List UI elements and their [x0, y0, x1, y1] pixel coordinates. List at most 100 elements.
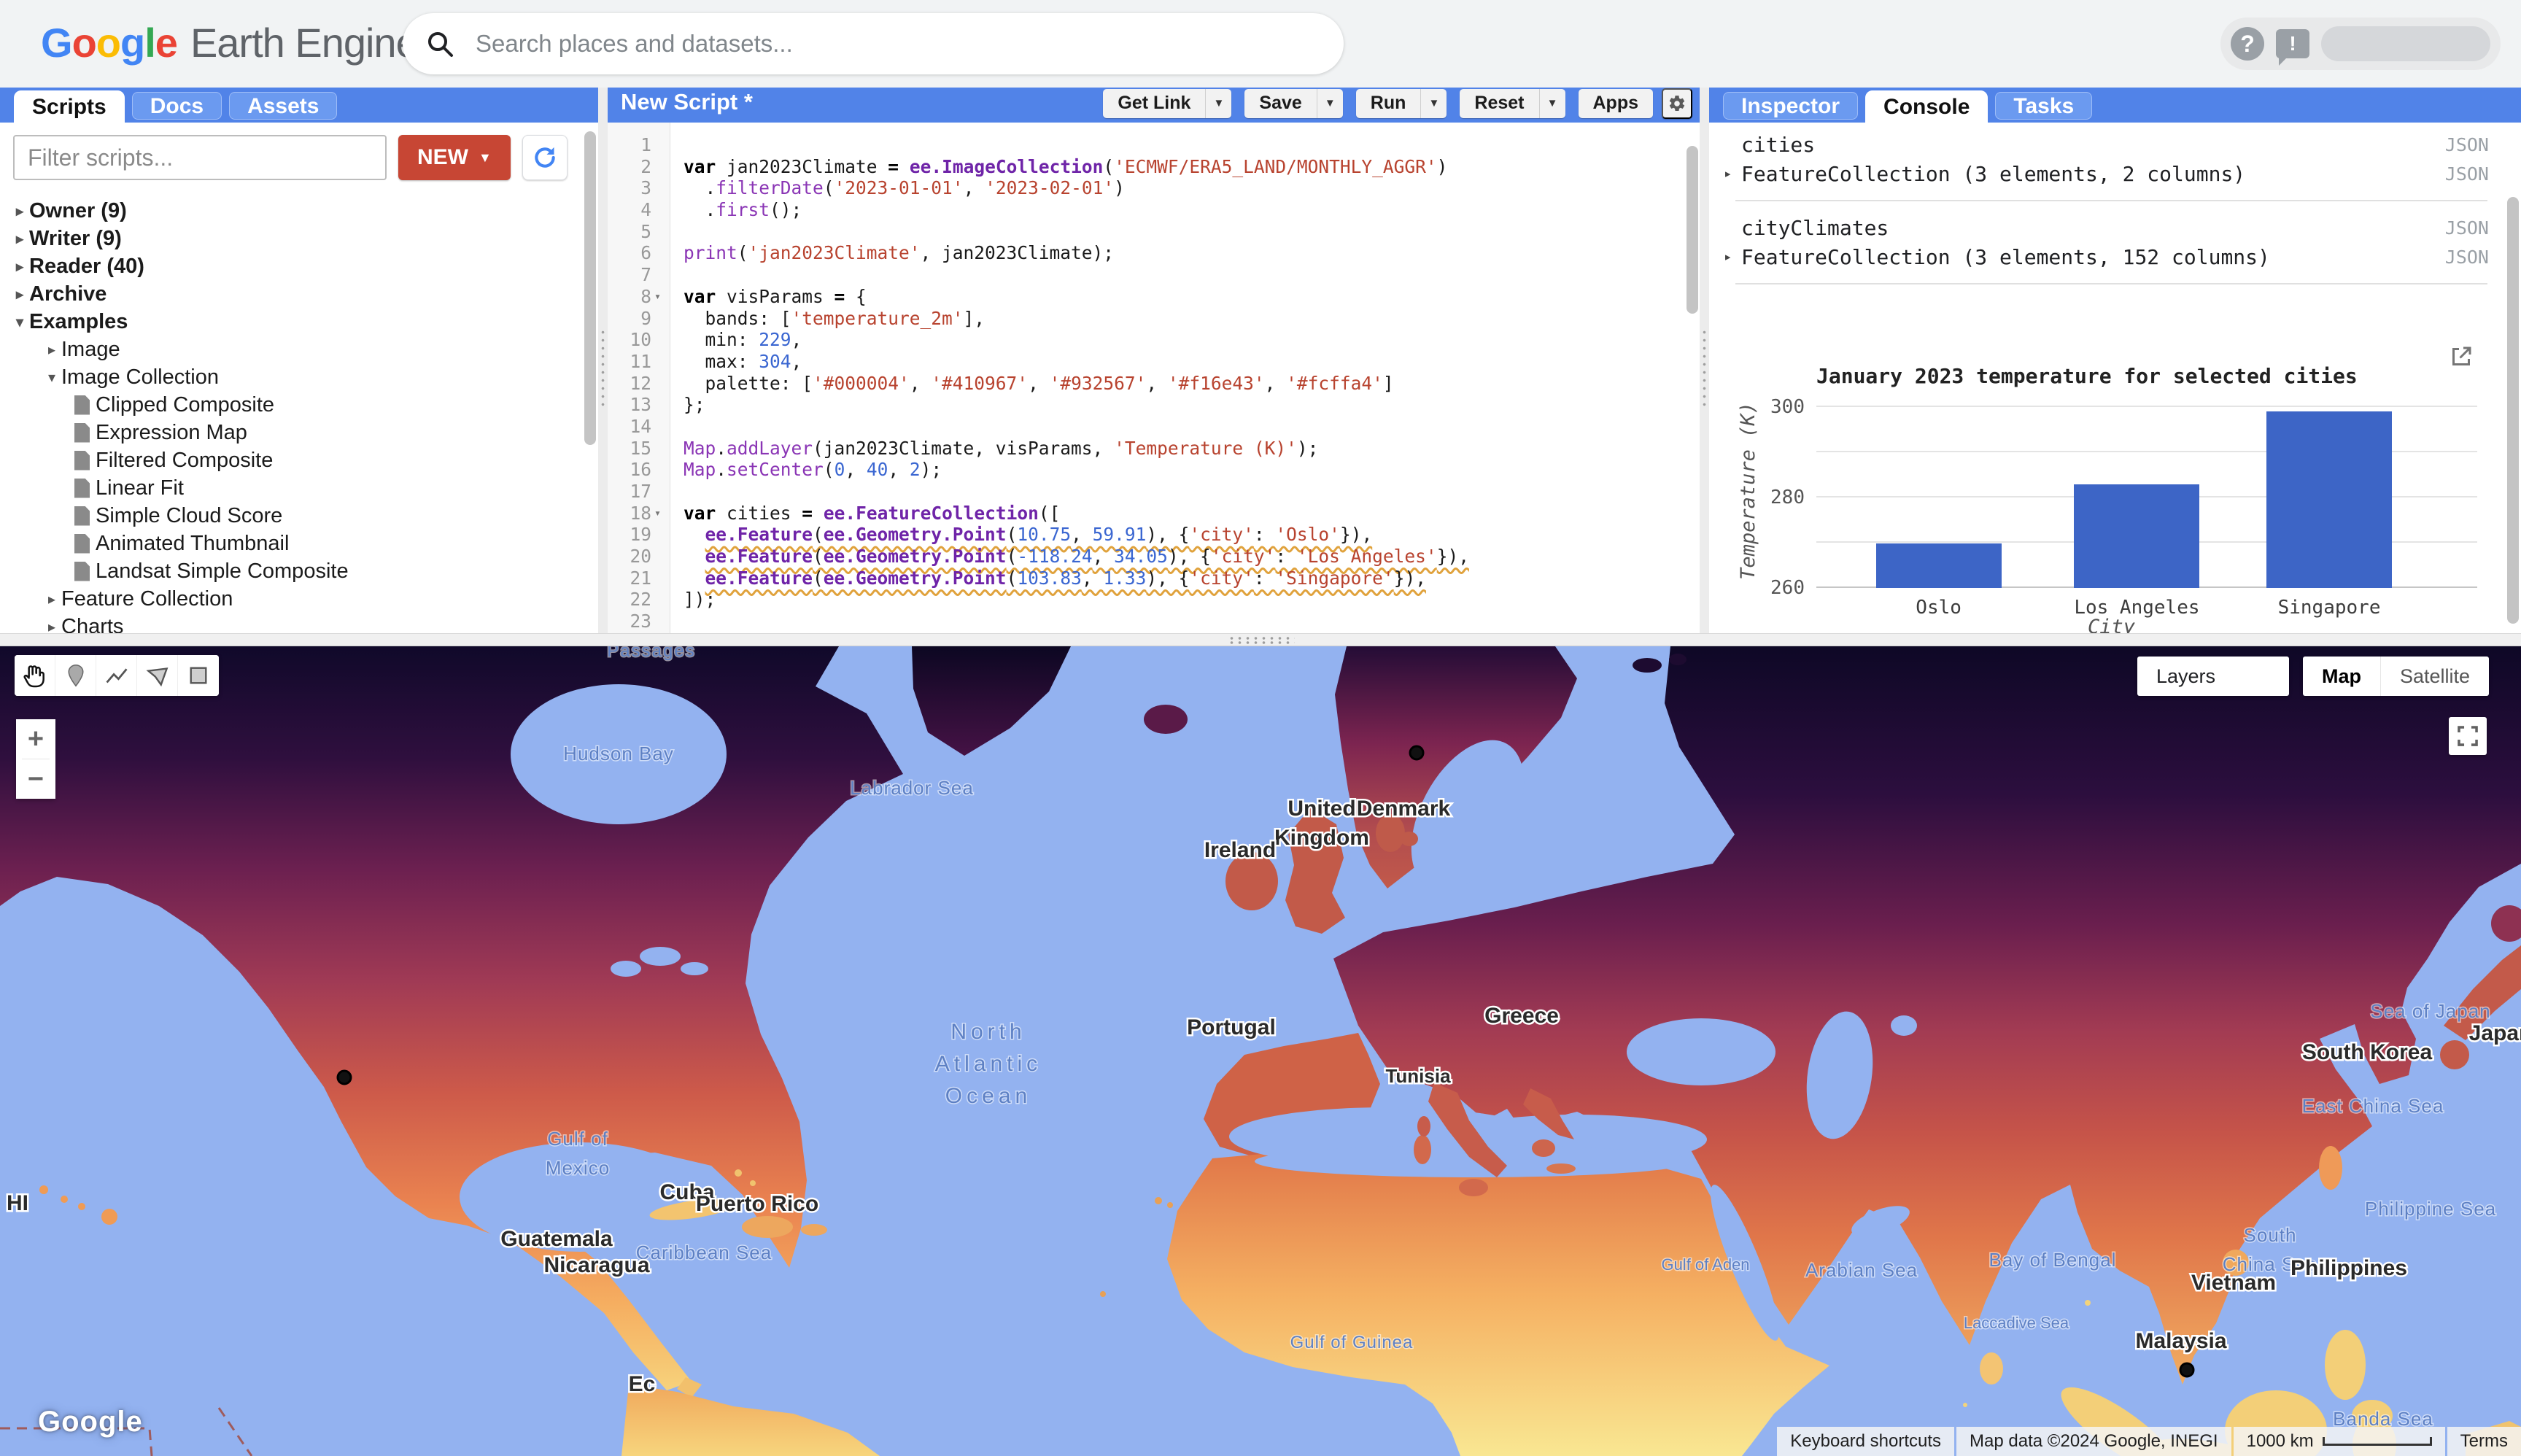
- code-line[interactable]: 16 Map.setCenter(0, 40, 2);: [608, 459, 1685, 481]
- script-item-image[interactable]: ▸ Image: [0, 336, 581, 363]
- rectangle-icon[interactable]: [178, 655, 219, 696]
- code-line[interactable]: 2 var jan2023Climate = ee.ImageCollection…: [608, 156, 1685, 178]
- code-line[interactable]: 19 ee.Feature(ee.Geometry.Point(10.75, 5…: [608, 524, 1685, 546]
- apps-button[interactable]: Apps: [1578, 88, 1653, 118]
- script-item-charts[interactable]: ▸ Charts: [0, 613, 581, 634]
- script-item-filtered-composite[interactable]: Filtered Composite: [0, 446, 581, 474]
- left-panel-scrollbar[interactable]: [584, 131, 596, 445]
- attribution-terms[interactable]: Terms: [2447, 1427, 2521, 1456]
- right-tab-console[interactable]: Console: [1865, 90, 1988, 123]
- expand-arrow-icon[interactable]: ▸: [1724, 249, 1741, 265]
- polygon-icon[interactable]: [137, 655, 178, 696]
- code-line[interactable]: 3 .filterDate('2023-01-01', '2023-02-01'…: [608, 177, 1685, 199]
- code-line[interactable]: 7: [608, 264, 1685, 286]
- right-tab-tasks[interactable]: Tasks: [1995, 92, 2093, 120]
- console-feature-collection-row[interactable]: ▸ FeatureCollection (3 elements, 152 colu…: [1724, 242, 2495, 271]
- fold-arrow-icon[interactable]: ▾: [654, 286, 661, 308]
- run-menu-button[interactable]: ▼: [1420, 88, 1447, 118]
- search-box[interactable]: [403, 13, 1344, 74]
- line-icon[interactable]: [96, 655, 137, 696]
- settings-button[interactable]: [1662, 88, 1692, 119]
- code-line[interactable]: 18 ▾ var cities = ee.FeatureCollection([: [608, 503, 1685, 524]
- get-link-menu-button[interactable]: ▼: [1205, 88, 1232, 118]
- open-in-new-icon[interactable]: [2448, 344, 2474, 373]
- console-scrollbar[interactable]: [2507, 197, 2519, 624]
- filter-scripts-input[interactable]: [13, 135, 387, 180]
- left-tab-assets[interactable]: Assets: [229, 92, 338, 120]
- script-item-writer-9[interactable]: ▸ Writer (9): [0, 225, 581, 252]
- code-line[interactable]: 21 ee.Feature(ee.Geometry.Point(103.83, …: [608, 568, 1685, 589]
- code-line[interactable]: 8 ▾ var visParams = {: [608, 286, 1685, 308]
- code-line[interactable]: 23: [608, 611, 1685, 632]
- city-point-oslo[interactable]: [1409, 745, 1425, 761]
- map-viewport[interactable]: Passages Hudson Bay Labrador Sea North Atlan…: [0, 646, 2521, 1456]
- code-line[interactable]: 14: [608, 416, 1685, 438]
- get-link-button[interactable]: Get Link: [1103, 88, 1206, 118]
- script-item-examples[interactable]: ▾ Examples: [0, 308, 581, 336]
- script-item-simple-cloud-score[interactable]: Simple Cloud Score: [0, 502, 581, 530]
- reset-button[interactable]: Reset: [1460, 88, 1539, 118]
- save-button[interactable]: Save: [1244, 88, 1317, 118]
- point-marker-icon[interactable]: [55, 655, 96, 696]
- code-line[interactable]: 6 print('jan2023Climate', jan2023Climate)…: [608, 242, 1685, 264]
- right-splitter[interactable]: [1700, 88, 1709, 633]
- fold-arrow-icon[interactable]: ▾: [654, 503, 661, 524]
- left-tab-docs[interactable]: Docs: [131, 92, 222, 120]
- code-line[interactable]: 1: [608, 134, 1685, 156]
- chart-bar-oslo[interactable]: [1875, 543, 2002, 588]
- json-badge[interactable]: JSON: [2445, 163, 2495, 185]
- new-script-button[interactable]: NEW ▼: [398, 135, 511, 180]
- code-line[interactable]: 4 .first();: [608, 199, 1685, 221]
- temperature-layer[interactable]: Passages Hudson Bay Labrador Sea North Atlan…: [0, 646, 2521, 1456]
- editor-scrollbar[interactable]: [1687, 146, 1698, 314]
- map-splitter[interactable]: [0, 633, 2521, 646]
- right-tab-inspector[interactable]: Inspector: [1723, 92, 1859, 120]
- zoom-in-button[interactable]: +: [16, 719, 55, 759]
- fullscreen-button[interactable]: [2449, 717, 2487, 755]
- city-point-singapore[interactable]: [2179, 1362, 2195, 1378]
- script-item-owner-9[interactable]: ▸ Owner (9): [0, 197, 581, 225]
- left-tab-scripts[interactable]: Scripts: [14, 90, 125, 123]
- refresh-button[interactable]: [522, 135, 568, 180]
- code-line[interactable]: 20 ee.Feature(ee.Geometry.Point(-118.24,…: [608, 546, 1685, 568]
- script-item-animated-thumbnail[interactable]: Animated Thumbnail: [0, 530, 581, 557]
- code-line[interactable]: 22]);: [608, 589, 1685, 611]
- code-line[interactable]: 11 max: 304,: [608, 351, 1685, 373]
- map-type-map[interactable]: Map: [2303, 657, 2380, 696]
- code-line[interactable]: 9 bands: ['temperature_2m'],: [608, 308, 1685, 330]
- script-item-image-collection[interactable]: ▾ Image Collection: [0, 363, 581, 391]
- help-icon[interactable]: ?: [2231, 27, 2264, 61]
- search-input[interactable]: [474, 29, 1322, 58]
- code-line[interactable]: 10 min: 229,: [608, 329, 1685, 351]
- reset-menu-button[interactable]: ▼: [1538, 88, 1565, 118]
- script-item-landsat-simple-composite[interactable]: Landsat Simple Composite: [0, 557, 581, 585]
- code-line[interactable]: 15 Map.addLayer(jan2023Climate, visParams…: [608, 438, 1685, 460]
- zoom-out-button[interactable]: −: [16, 759, 55, 799]
- json-badge[interactable]: JSON: [2445, 217, 2495, 239]
- script-item-linear-fit[interactable]: Linear Fit: [0, 474, 581, 502]
- code-line[interactable]: 17: [608, 481, 1685, 503]
- feedback-icon[interactable]: !: [2276, 29, 2309, 66]
- code-line[interactable]: 13};: [608, 394, 1685, 416]
- script-item-archive[interactable]: ▸ Archive: [0, 280, 581, 308]
- run-button[interactable]: Run: [1355, 88, 1421, 118]
- script-item-expression-map[interactable]: Expression Map: [0, 419, 581, 446]
- script-item-clipped-composite[interactable]: Clipped Composite: [0, 391, 581, 419]
- code-editor[interactable]: 1 2 var jan2023Climate = ee.ImageCollectio…: [608, 123, 1700, 633]
- attribution-keyboard-shortcuts[interactable]: Keyboard shortcuts: [1777, 1427, 1955, 1456]
- json-badge[interactable]: JSON: [2445, 134, 2495, 155]
- save-menu-button[interactable]: ▼: [1316, 88, 1343, 118]
- code-line[interactable]: 5: [608, 221, 1685, 243]
- code-line[interactable]: 12 palette: ['#000004', '#410967', '#932…: [608, 373, 1685, 395]
- pan-hand-icon[interactable]: [15, 655, 55, 696]
- expand-arrow-icon[interactable]: ▸: [1724, 166, 1741, 182]
- json-badge[interactable]: JSON: [2445, 247, 2495, 268]
- left-splitter[interactable]: [598, 88, 608, 633]
- map-type-satellite[interactable]: Satellite: [2380, 657, 2490, 696]
- script-item-feature-collection[interactable]: ▸ Feature Collection: [0, 585, 581, 613]
- city-point-los-angeles[interactable]: [336, 1069, 352, 1085]
- chart-bar-los-angeles[interactable]: [2074, 484, 2200, 588]
- account-placeholder[interactable]: [2321, 26, 2490, 61]
- console-feature-collection-row[interactable]: ▸ FeatureCollection (3 elements, 2 column…: [1724, 159, 2495, 188]
- layers-button[interactable]: Layers: [2137, 657, 2289, 696]
